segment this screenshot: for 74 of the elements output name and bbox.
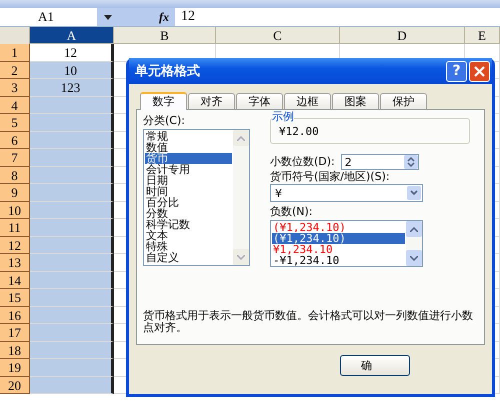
dialog-title: 单元格格式 <box>135 63 201 80</box>
column-header[interactable]: D <box>340 27 465 44</box>
decimals-label: 小数位数(D): <box>270 155 335 169</box>
dropdown-button[interactable] <box>97 8 119 26</box>
row-header[interactable]: 13 <box>0 254 30 272</box>
category-list[interactable]: 常规 数值 货币 会计专用 日期 时间 百分比 分数 科学记数 文本 特殊 自定义 <box>143 129 250 266</box>
scroll-bar[interactable] <box>233 130 249 265</box>
row-header[interactable]: 2 <box>0 62 30 79</box>
list-item[interactable]: 百分比 <box>145 197 232 208</box>
column-header[interactable]: E <box>465 27 500 44</box>
close-icon <box>474 66 485 76</box>
negative-numbers-list[interactable]: (¥1,234.10) (¥1,234.10) ¥1,234.10 -¥1,234.10 <box>270 220 423 267</box>
tab[interactable]: 保护 <box>380 93 427 109</box>
tab[interactable]: 对齐 <box>188 93 235 109</box>
list-item[interactable]: (¥1,234.10) <box>272 233 405 244</box>
row-header[interactable]: 11 <box>0 219 30 236</box>
list-item[interactable]: 会计专用 <box>145 164 232 175</box>
help-button[interactable]: ? <box>446 60 467 82</box>
description-text: 货币格式用于表示一般货币数值。会计格式可以对一列数值进行小数点对齐。 <box>143 310 474 334</box>
table-cell: 123 <box>30 79 114 96</box>
tab[interactable]: 边框 <box>284 93 331 109</box>
close-button[interactable] <box>469 60 490 82</box>
tab[interactable]: 图案 <box>332 93 379 109</box>
list-item[interactable]: 时间 <box>145 186 232 197</box>
row-header[interactable]: 15 <box>0 289 30 306</box>
row-header[interactable]: 12 <box>0 236 30 254</box>
caret-icon <box>104 14 112 20</box>
category-label: 分类(C): <box>143 114 186 128</box>
formula-field[interactable]: 12 <box>175 8 500 26</box>
row-header[interactable]: 3 <box>0 79 30 96</box>
list-item[interactable]: 数值 <box>145 142 232 153</box>
currency-symbol-select[interactable]: ¥ <box>270 184 423 202</box>
list-item[interactable]: ¥1,234.10 <box>272 244 405 255</box>
currency-symbol-label: 货币符号(国家/地区)(S): <box>270 170 391 184</box>
list-item[interactable]: 日期 <box>145 175 232 186</box>
row-header[interactable]: 17 <box>0 324 30 342</box>
column-header[interactable]: C <box>216 27 340 44</box>
row-header[interactable]: 18 <box>0 342 30 359</box>
sample-value: ¥12.00 <box>279 124 319 138</box>
dropdown-icon <box>407 186 421 200</box>
list-item[interactable]: -¥1,234.10 <box>272 255 405 266</box>
row-header[interactable]: 6 <box>0 132 30 149</box>
list-item[interactable]: 常规 <box>145 131 232 142</box>
row-header[interactable]: 20 <box>0 376 30 394</box>
table-cell: 10 <box>30 62 114 79</box>
list-item[interactable]: 货币 <box>145 153 232 164</box>
table-cell: 12 <box>30 44 114 62</box>
list-item[interactable]: 特殊 <box>145 241 232 252</box>
row-header[interactable]: 1 <box>0 44 30 62</box>
negative-numbers-label: 负数(N): <box>270 205 314 219</box>
row-header[interactable]: 7 <box>0 149 30 166</box>
decimals-spinner[interactable]: 2 <box>340 154 419 170</box>
column-header[interactable]: A <box>30 27 114 44</box>
row-header[interactable]: 8 <box>0 166 30 184</box>
list-item[interactable]: 分数 <box>145 208 232 219</box>
row-header[interactable]: 16 <box>0 306 30 324</box>
row-header[interactable]: 10 <box>0 202 30 219</box>
sample-label: 示例 <box>272 111 294 123</box>
row-header[interactable]: 19 <box>0 359 30 376</box>
row-header[interactable]: 4 <box>0 96 30 114</box>
tab[interactable]: 数字 <box>140 92 187 110</box>
list-item[interactable]: (¥1,234.10) <box>272 222 405 233</box>
spin-arrows-icon <box>404 155 418 169</box>
column-header[interactable]: B <box>114 27 216 44</box>
ok-button[interactable]: 确 <box>340 355 410 376</box>
list-item[interactable]: 文本 <box>145 230 232 241</box>
list-item[interactable]: 科学记数 <box>145 219 232 230</box>
row-header[interactable]: 14 <box>0 272 30 289</box>
scroll-bar[interactable] <box>406 221 422 266</box>
function-label[interactable]: fx <box>119 8 175 26</box>
row-header[interactable]: 9 <box>0 184 30 202</box>
list-item[interactable]: 自定义 <box>145 252 232 263</box>
tab[interactable]: 字体 <box>236 93 283 109</box>
row-header[interactable]: 5 <box>0 114 30 132</box>
